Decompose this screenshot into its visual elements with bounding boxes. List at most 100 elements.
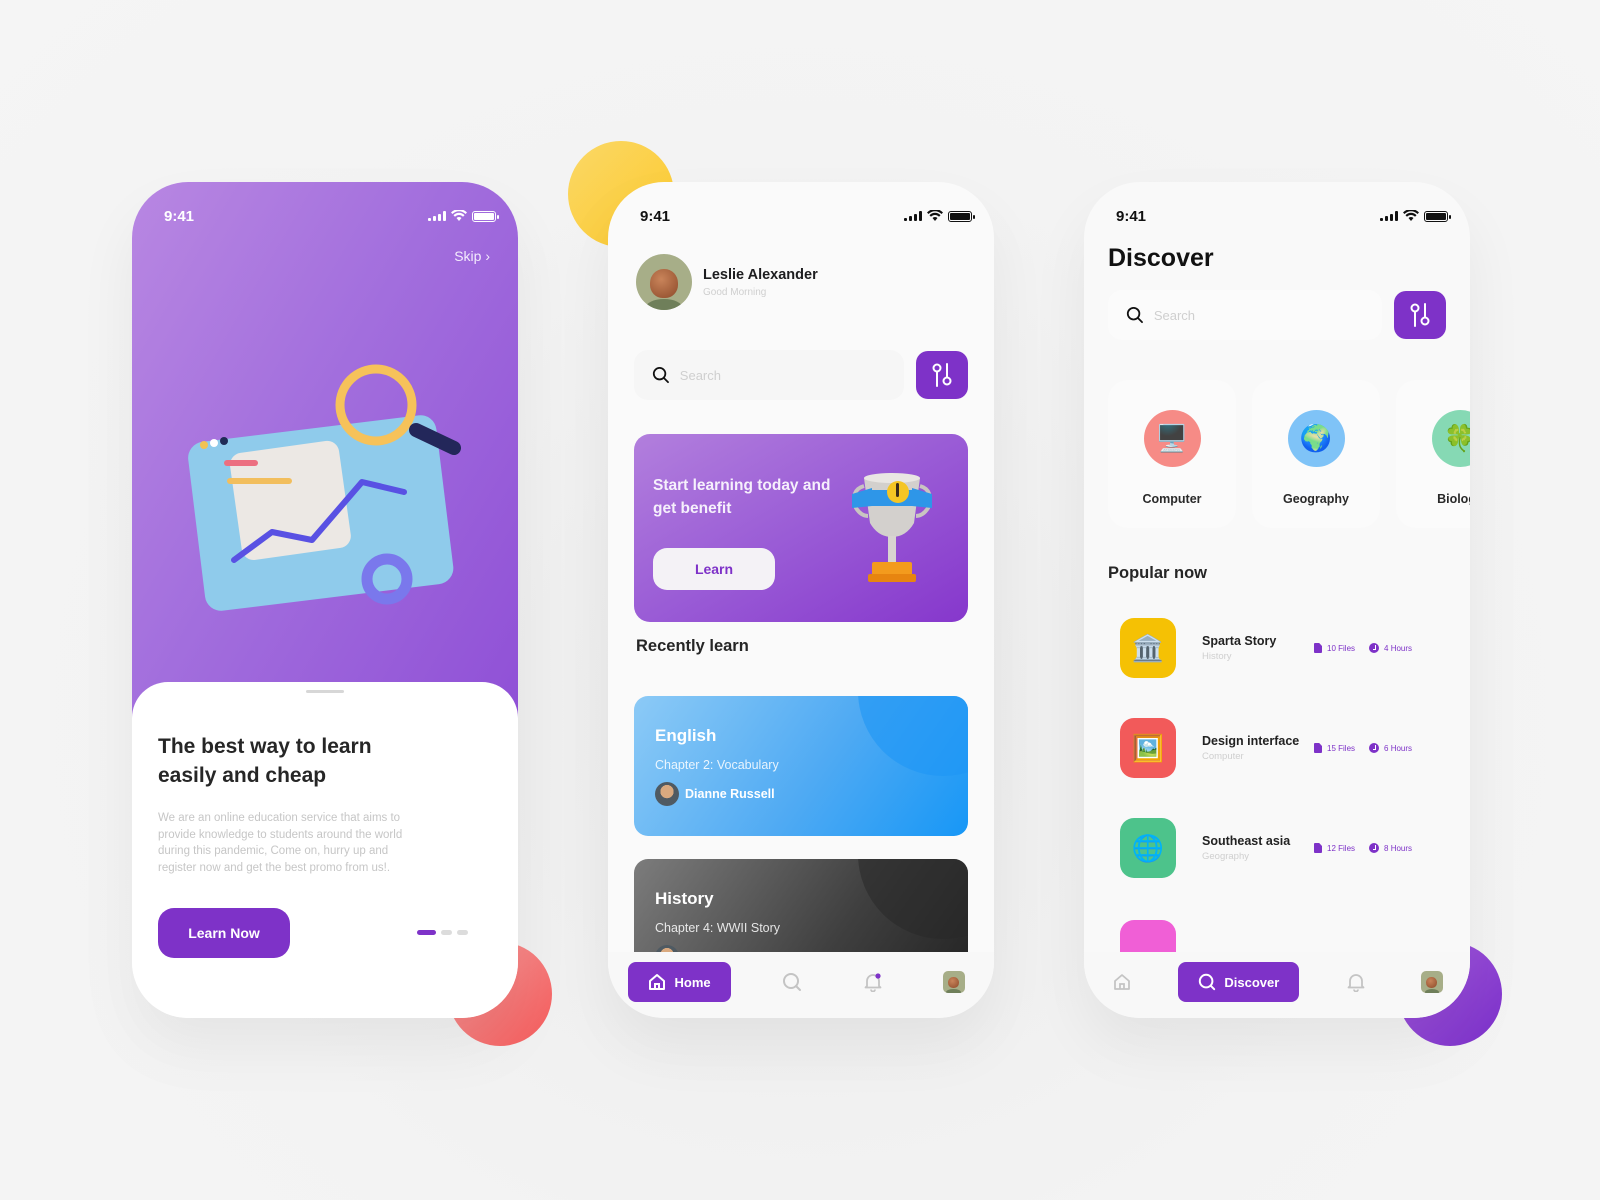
course-teacher: Dianne Russell xyxy=(655,782,775,806)
bell-icon xyxy=(1347,974,1364,992)
sheet-grabber[interactable] xyxy=(306,690,344,693)
user-greeting: Good Morning xyxy=(703,286,767,298)
duration: 6 Hours xyxy=(1384,743,1413,753)
battery-icon xyxy=(948,210,975,222)
nav-notifications[interactable] xyxy=(1336,962,1376,1002)
course-title: Design interface xyxy=(1202,734,1300,748)
page-indicator xyxy=(417,930,468,935)
promo-learn-button[interactable]: Learn xyxy=(653,548,775,590)
user-name: Leslie Alexander xyxy=(703,266,818,283)
search-icon xyxy=(1199,973,1216,991)
filter-button[interactable] xyxy=(916,351,968,399)
home-screen: 9:41 Leslie Alexander Good Morning Start… xyxy=(608,182,994,1018)
popular-now-title: Popular now xyxy=(1108,564,1207,582)
search-input[interactable] xyxy=(679,367,904,383)
signal-icon xyxy=(1380,211,1398,221)
list-item[interactable]: 🌐 Southeast asia Geography 12 Files 8 Ho… xyxy=(1096,798,1448,898)
file-icon xyxy=(1314,843,1322,853)
discover-screen: 9:41 Discover 🖥️ Computer 🌍 Geography 🍀 … xyxy=(1084,182,1470,1018)
search-field[interactable] xyxy=(634,350,904,400)
list-item[interactable]: 🏛️ Sparta Story History 10 Files 4 Hours xyxy=(1096,598,1448,698)
chevron-right-icon: › xyxy=(485,248,490,264)
file-count: 15 Files xyxy=(1327,743,1356,753)
search-input[interactable] xyxy=(1153,307,1382,323)
category-biology[interactable]: 🍀 Biology xyxy=(1396,380,1470,528)
status-time: 9:41 xyxy=(1116,207,1147,225)
home-icon xyxy=(649,974,666,990)
course-category: Geography xyxy=(1202,851,1250,862)
duration: 4 Hours xyxy=(1384,643,1413,653)
status-bar: 9:41 xyxy=(640,204,975,228)
promo-banner: Start learning today and get benefit Lea… xyxy=(634,434,968,622)
nav-notifications[interactable] xyxy=(853,962,893,1002)
nav-discover[interactable]: Discover xyxy=(1178,962,1300,1002)
wifi-icon xyxy=(451,210,467,221)
list-item[interactable]: 🖼️ Design interface Computer 15 Files 6 … xyxy=(1096,698,1448,798)
signal-icon xyxy=(428,211,446,221)
clover-icon: 🍀 xyxy=(1431,410,1470,467)
recently-learn-title: Recently learn xyxy=(636,637,749,655)
page-dot[interactable] xyxy=(457,930,468,935)
onboarding-hero: 9:41 Skip › xyxy=(132,182,518,742)
globe-icon: 🌐 xyxy=(1120,818,1176,878)
course-category: History xyxy=(1202,651,1232,662)
course-card-english[interactable]: English Chapter 2: Vocabulary Dianne Rus… xyxy=(634,696,968,836)
page-title: Discover xyxy=(1108,244,1214,272)
battery-icon xyxy=(1424,210,1451,222)
filter-icon xyxy=(932,363,952,387)
sparta-icon: 🏛️ xyxy=(1120,618,1176,678)
avatar xyxy=(1420,971,1443,993)
avatar xyxy=(942,971,965,993)
status-time: 9:41 xyxy=(640,207,671,225)
trophy-icon xyxy=(852,473,932,582)
category-computer[interactable]: 🖥️ Computer xyxy=(1108,380,1236,528)
category-label: Geography xyxy=(1283,492,1349,506)
avatar[interactable] xyxy=(636,254,692,310)
search-field[interactable] xyxy=(1108,290,1382,340)
course-title: Southeast asia xyxy=(1202,834,1291,848)
bell-icon xyxy=(864,973,881,992)
signal-icon xyxy=(904,211,922,221)
bottom-nav: Discover xyxy=(1084,952,1470,1018)
status-time: 9:41 xyxy=(164,207,195,225)
page-dot-active[interactable] xyxy=(417,930,436,935)
computer-icon: 🖥️ xyxy=(1143,410,1201,467)
clock-icon xyxy=(1369,743,1380,753)
wifi-icon xyxy=(927,210,943,221)
clock-icon xyxy=(1369,643,1380,653)
nav-home[interactable]: Home xyxy=(628,962,731,1002)
filter-icon xyxy=(1410,303,1430,327)
course-subject: History xyxy=(655,889,714,908)
nav-profile[interactable] xyxy=(934,962,974,1002)
home-icon xyxy=(1114,974,1131,990)
status-bar: 9:41 xyxy=(1116,204,1451,228)
user-profile: Leslie Alexander Good Morning xyxy=(636,254,818,310)
learn-now-button[interactable]: Learn Now xyxy=(158,908,290,958)
nav-home[interactable] xyxy=(1102,962,1142,1002)
skip-button[interactable]: Skip › xyxy=(454,248,490,264)
course-title: Sparta Story xyxy=(1202,634,1277,648)
teacher-avatar xyxy=(655,782,679,806)
course-subject: English xyxy=(655,726,717,745)
promo-title: Start learning today and get benefit xyxy=(653,477,831,517)
analytics-illustration xyxy=(188,364,461,611)
battery-icon xyxy=(472,210,499,222)
onboarding-sheet: The best way to learn easily and cheap W… xyxy=(132,682,518,1018)
search-icon xyxy=(652,366,669,384)
nav-search[interactable] xyxy=(772,962,812,1002)
design-board-icon: 🖼️ xyxy=(1120,718,1176,778)
globe-icon: 🌍 xyxy=(1287,410,1345,467)
onboarding-title: The best way to learn easily and cheap xyxy=(158,735,372,787)
category-label: Biology xyxy=(1437,492,1470,506)
filter-button[interactable] xyxy=(1394,291,1446,339)
page-dot[interactable] xyxy=(441,930,452,935)
search-icon xyxy=(782,973,801,991)
nav-profile[interactable] xyxy=(1412,962,1452,1002)
category-geography[interactable]: 🌍 Geography xyxy=(1252,380,1380,528)
course-category: Computer xyxy=(1202,751,1244,762)
onboarding-description: We are an online education service that … xyxy=(158,812,403,874)
file-icon xyxy=(1314,643,1322,653)
search-icon xyxy=(1126,306,1143,324)
status-bar: 9:41 xyxy=(164,204,499,228)
category-label: Computer xyxy=(1142,492,1202,506)
